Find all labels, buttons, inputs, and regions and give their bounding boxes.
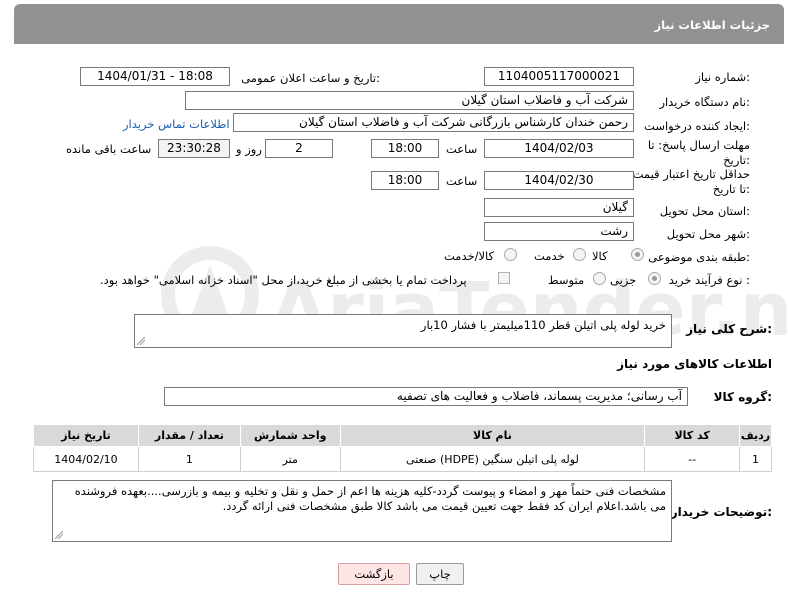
col-unit: واحد شمارش bbox=[239, 424, 341, 447]
cell-name: لوله پلی اتیلن سنگین (HDPE) صنعتی bbox=[339, 446, 646, 472]
process-option-medium: متوسط bbox=[548, 273, 585, 287]
page-title: جزئیات اطلاعات نیاز bbox=[654, 18, 770, 32]
remaining-time-field: 23:30:28 bbox=[158, 139, 230, 158]
category-label: طبقه بندی موضوعی: bbox=[648, 250, 750, 264]
print-button[interactable]: چاپ bbox=[416, 563, 464, 585]
items-table: ردیف کد کالا نام کالا واحد شمارش تعداد /… bbox=[33, 424, 772, 472]
deadline-time-field: 18:00 bbox=[371, 139, 439, 158]
summary-textarea: خرید لوله پلی اتیلن قطر 110میلیمتر با فش… bbox=[134, 314, 672, 348]
cell-unit: متر bbox=[239, 446, 341, 472]
announce-field: 1404/01/31 - 18:08 bbox=[80, 67, 230, 86]
days-label: روز و bbox=[236, 142, 262, 156]
city-field: رشت bbox=[484, 222, 634, 241]
remaining-label: ساعت باقی مانده bbox=[66, 142, 152, 156]
resize-handle-icon[interactable] bbox=[55, 531, 63, 539]
creator-field: رحمن خندان کارشناس بازرگانی شرکت آب و فا… bbox=[233, 113, 634, 132]
treasury-payment-checkbox[interactable] bbox=[498, 272, 510, 284]
payment-note: پرداخت تمام یا بخشی از مبلغ خرید،از محل … bbox=[100, 273, 467, 287]
need-number-field: 1104005117000021 bbox=[484, 67, 634, 86]
group-field: آب رسانی؛ مدیریت پسماند، فاضلاب و فعالیت… bbox=[164, 387, 688, 406]
announce-label: تاریخ و ساعت اعلان عمومی: bbox=[241, 71, 380, 85]
process-medium-radio[interactable] bbox=[593, 272, 606, 285]
header-panel: جزئیات اطلاعات نیاز bbox=[14, 4, 784, 44]
col-code: کد کالا bbox=[644, 424, 741, 447]
buyer-org-label: نام دستگاه خریدار: bbox=[659, 95, 750, 109]
price-validity-label: حداقل تاریخ اعتبار قیمت: تا تاریخ: bbox=[628, 167, 750, 196]
deadline-date-field: 1404/02/03 bbox=[484, 139, 634, 158]
price-time-field: 18:00 bbox=[371, 171, 439, 190]
buyer-org-field: شرکت آب و فاضلاب استان گیلان bbox=[185, 91, 634, 110]
category-goods-radio[interactable] bbox=[631, 248, 644, 261]
back-button[interactable]: بازگشت bbox=[338, 563, 410, 585]
col-row: ردیف bbox=[739, 424, 772, 447]
cell-row: 1 bbox=[739, 446, 772, 472]
contact-buyer-link[interactable]: اطلاعات تماس خریدار bbox=[123, 117, 230, 131]
deadline-label: مهلت ارسال پاسخ: تا تاریخ: bbox=[647, 138, 750, 167]
category-option-both: کالا/خدمت bbox=[444, 249, 495, 263]
cell-code: -- bbox=[644, 446, 741, 472]
category-option-goods: کالا bbox=[592, 249, 608, 263]
deadline-time-label: ساعت bbox=[446, 142, 478, 156]
creator-label: ایجاد کننده درخواست: bbox=[644, 119, 750, 133]
table-row: 1 -- لوله پلی اتیلن سنگین (HDPE) صنعتی م… bbox=[33, 446, 772, 472]
buyer-notes-label: توضیحات خریدار: bbox=[670, 505, 772, 519]
resize-handle-icon[interactable] bbox=[137, 337, 145, 345]
need-number-label: شماره نیاز: bbox=[695, 70, 750, 84]
province-label: استان محل تحویل: bbox=[659, 204, 750, 218]
process-option-minor: جزیی bbox=[610, 273, 637, 287]
buyer-notes-textarea: مشخصات فنی حتماً مهر و امضاء و پیوست گرد… bbox=[52, 480, 672, 542]
summary-label: شرح کلی نیاز: bbox=[686, 322, 772, 336]
buyer-notes-text: مشخصات فنی حتماً مهر و امضاء و پیوست گرد… bbox=[74, 484, 666, 513]
price-time-label: ساعت bbox=[446, 174, 478, 188]
col-qty: تعداد / مقدار bbox=[137, 424, 241, 447]
group-label: گروه کالا: bbox=[713, 390, 772, 404]
col-name: نام کالا bbox=[339, 424, 646, 447]
price-date-field: 1404/02/30 bbox=[484, 171, 634, 190]
items-info-title: اطلاعات کالاهای مورد نیاز bbox=[617, 357, 772, 371]
col-date: تاریخ نیاز bbox=[33, 424, 139, 447]
category-option-service: خدمت bbox=[534, 249, 565, 263]
days-field: 2 bbox=[265, 139, 333, 158]
process-minor-radio[interactable] bbox=[648, 272, 661, 285]
process-label: نوع فرآیند خرید : bbox=[668, 273, 750, 287]
province-field: گیلان bbox=[484, 198, 634, 217]
category-both-radio[interactable] bbox=[504, 248, 517, 261]
category-service-radio[interactable] bbox=[573, 248, 586, 261]
cell-date: 1404/02/10 bbox=[33, 446, 139, 472]
city-label: شهر محل تحویل: bbox=[666, 227, 750, 241]
summary-text: خرید لوله پلی اتیلن قطر 110میلیمتر با فش… bbox=[420, 318, 666, 332]
cell-qty: 1 bbox=[137, 446, 241, 472]
